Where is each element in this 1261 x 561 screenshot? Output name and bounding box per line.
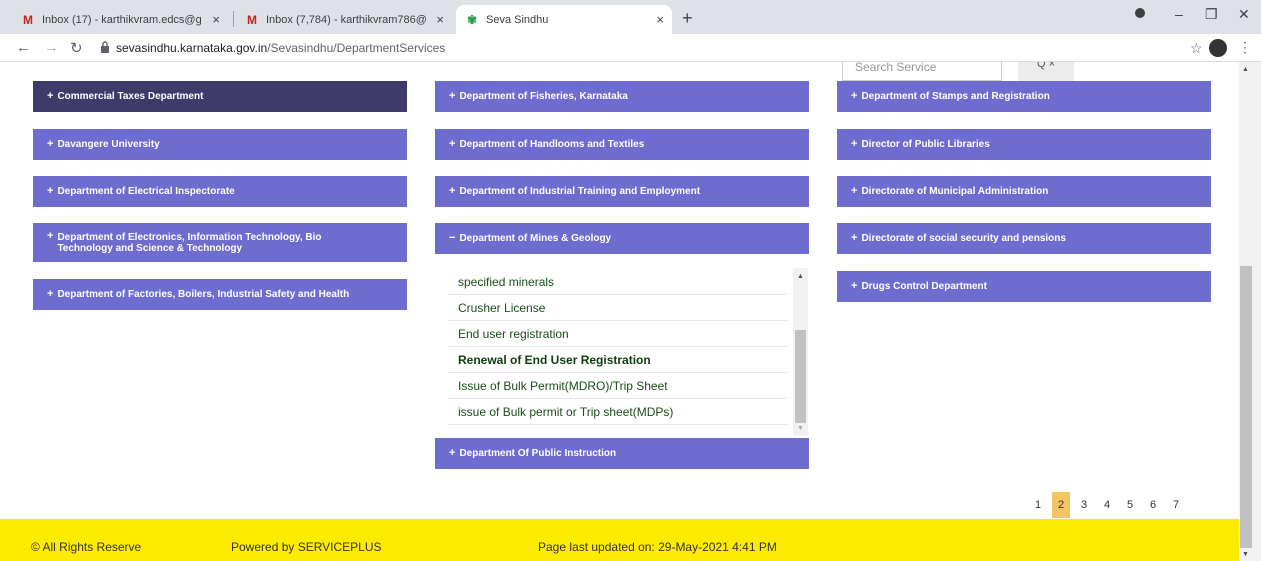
footer-last-updated: Page last updated on: 29-May-2021 4:41 P… [538,540,777,554]
plus-icon: + [47,138,54,150]
footer-powered-by: Powered by SERVICEPLUS [231,540,382,554]
dept-mines-geology[interactable]: − Department of Mines & Geology [435,223,809,254]
plus-icon: + [851,280,858,292]
back-arrow-icon[interactable]: ← [16,39,31,56]
plus-icon: + [851,90,858,102]
tab-close-icon[interactable]: × [436,12,444,27]
seva-sindhu-icon: ✾ [466,12,478,27]
service-item[interactable]: End user registration [448,321,788,347]
service-item[interactable]: specified minerals [448,269,788,295]
minus-icon: − [449,232,456,244]
dept-municipal-administration[interactable]: + Directorate of Municipal Administratio… [837,176,1211,207]
dept-electrical-inspectorate[interactable]: + Department of Electrical Inspectorate [33,176,407,207]
dept-handlooms-textiles[interactable]: + Department of Handlooms and Textiles [435,129,809,160]
dept-public-instruction[interactable]: + Department Of Public Instruction [435,438,809,469]
search-button[interactable]: Q × [1018,62,1074,81]
search-input[interactable]: Search Service [842,62,1002,81]
bookmark-star-icon[interactable]: ☆ [1190,40,1203,57]
plus-icon: + [449,447,456,459]
service-item[interactable]: Issue of Bulk Permit(MDRO)/Trip Sheet [448,373,788,399]
lock-icon [101,41,109,53]
address-bar: ← → ↻ sevasindhu.karnataka.gov.in/Sevasi… [0,34,1261,62]
plus-icon: + [47,288,54,300]
page-scroll-down-icon[interactable]: ▼ [1242,551,1249,558]
service-item[interactable]: Crusher License [448,295,788,321]
dept-stamps-registration[interactable]: + Department of Stamps and Registration [837,81,1211,112]
tab-close-icon[interactable]: × [212,12,220,27]
close-window-icon[interactable]: ✕ [1238,6,1250,23]
page-link[interactable]: 4 [1098,492,1116,518]
plus-icon: + [47,90,54,102]
page-link[interactable]: 7 [1167,492,1185,518]
browser-tab-gmail-1[interactable]: M Inbox (17) - karthikvram.edcs@g × [12,5,228,34]
forward-arrow-icon[interactable]: → [44,39,59,56]
service-item-selected[interactable]: Renewal of End User Registration [448,347,788,373]
browser-tab-gmail-2[interactable]: M Inbox (7,784) - karthikvram786@ × [236,5,452,34]
page-link[interactable]: 6 [1144,492,1162,518]
page-scrollbar-thumb[interactable] [1240,266,1252,548]
page-link-current[interactable]: 2 [1052,492,1070,518]
gmail-icon: M [247,12,257,27]
dept-industrial-training[interactable]: + Department of Industrial Training and … [435,176,809,207]
plus-icon: + [47,230,54,242]
services-scrollbar-thumb[interactable] [795,330,806,423]
page-scroll-up-icon[interactable]: ▲ [1242,66,1249,73]
dept-public-libraries[interactable]: + Director of Public Libraries [837,129,1211,160]
profile-circle-icon[interactable] [1134,6,1146,22]
tab-separator [233,11,234,27]
plus-icon: + [449,90,456,102]
page-content: Search Service Q × + Commercial Taxes De… [0,62,1239,561]
dept-davangere-university[interactable]: + Davangere University [33,129,407,160]
minimize-icon[interactable]: – [1175,6,1183,22]
url-field[interactable]: sevasindhu.karnataka.gov.in/Sevasindhu/D… [116,41,445,55]
browser-tab-strip: M Inbox (17) - karthikvram.edcs@g × M In… [0,0,1261,34]
menu-kebab-icon[interactable]: ⋮ [1238,39,1252,56]
page-link[interactable]: 3 [1075,492,1093,518]
plus-icon: + [449,138,456,150]
plus-icon: + [47,185,54,197]
dept-drugs-control[interactable]: + Drugs Control Department [837,271,1211,302]
mines-services-list: specified minerals Crusher License End u… [446,267,808,435]
avatar[interactable] [1209,39,1227,57]
page-link[interactable]: 5 [1121,492,1139,518]
dept-fisheries[interactable]: + Department of Fisheries, Karnataka [435,81,809,112]
page-link[interactable]: 1 [1029,492,1047,518]
pagination: 1 2 3 4 5 6 7 [1029,492,1190,518]
service-item[interactable]: issue of Bulk permit or Trip sheet(MDPs) [448,399,788,425]
restore-icon[interactable]: ❐ [1205,6,1218,23]
new-tab-button[interactable]: + [682,8,693,29]
plus-icon: + [851,185,858,197]
dept-electronics-it-bt[interactable]: + Department of Electronics, Information… [33,223,407,262]
plus-icon: + [851,138,858,150]
gmail-icon: M [23,12,33,27]
footer-rights: © All Rights Reserve [31,540,142,554]
dept-factories-boilers[interactable]: + Department of Factories, Boilers, Indu… [33,279,407,310]
plus-icon: + [449,185,456,197]
dept-social-security-pensions[interactable]: + Directorate of social security and pen… [837,223,1211,254]
browser-tab-seva-sindhu[interactable]: ✾ Seva Sindhu × [456,5,672,34]
plus-icon: + [851,232,858,244]
reload-icon[interactable]: ↻ [70,39,83,57]
scroll-up-arrow-icon[interactable]: ▲ [797,273,804,280]
footer: © All Rights Reserve Powered by SERVICEP… [0,519,1239,561]
scroll-down-arrow-icon[interactable]: ▼ [797,425,804,432]
dept-commercial-taxes[interactable]: + Commercial Taxes Department [33,81,407,112]
tab-close-icon[interactable]: × [656,12,664,27]
